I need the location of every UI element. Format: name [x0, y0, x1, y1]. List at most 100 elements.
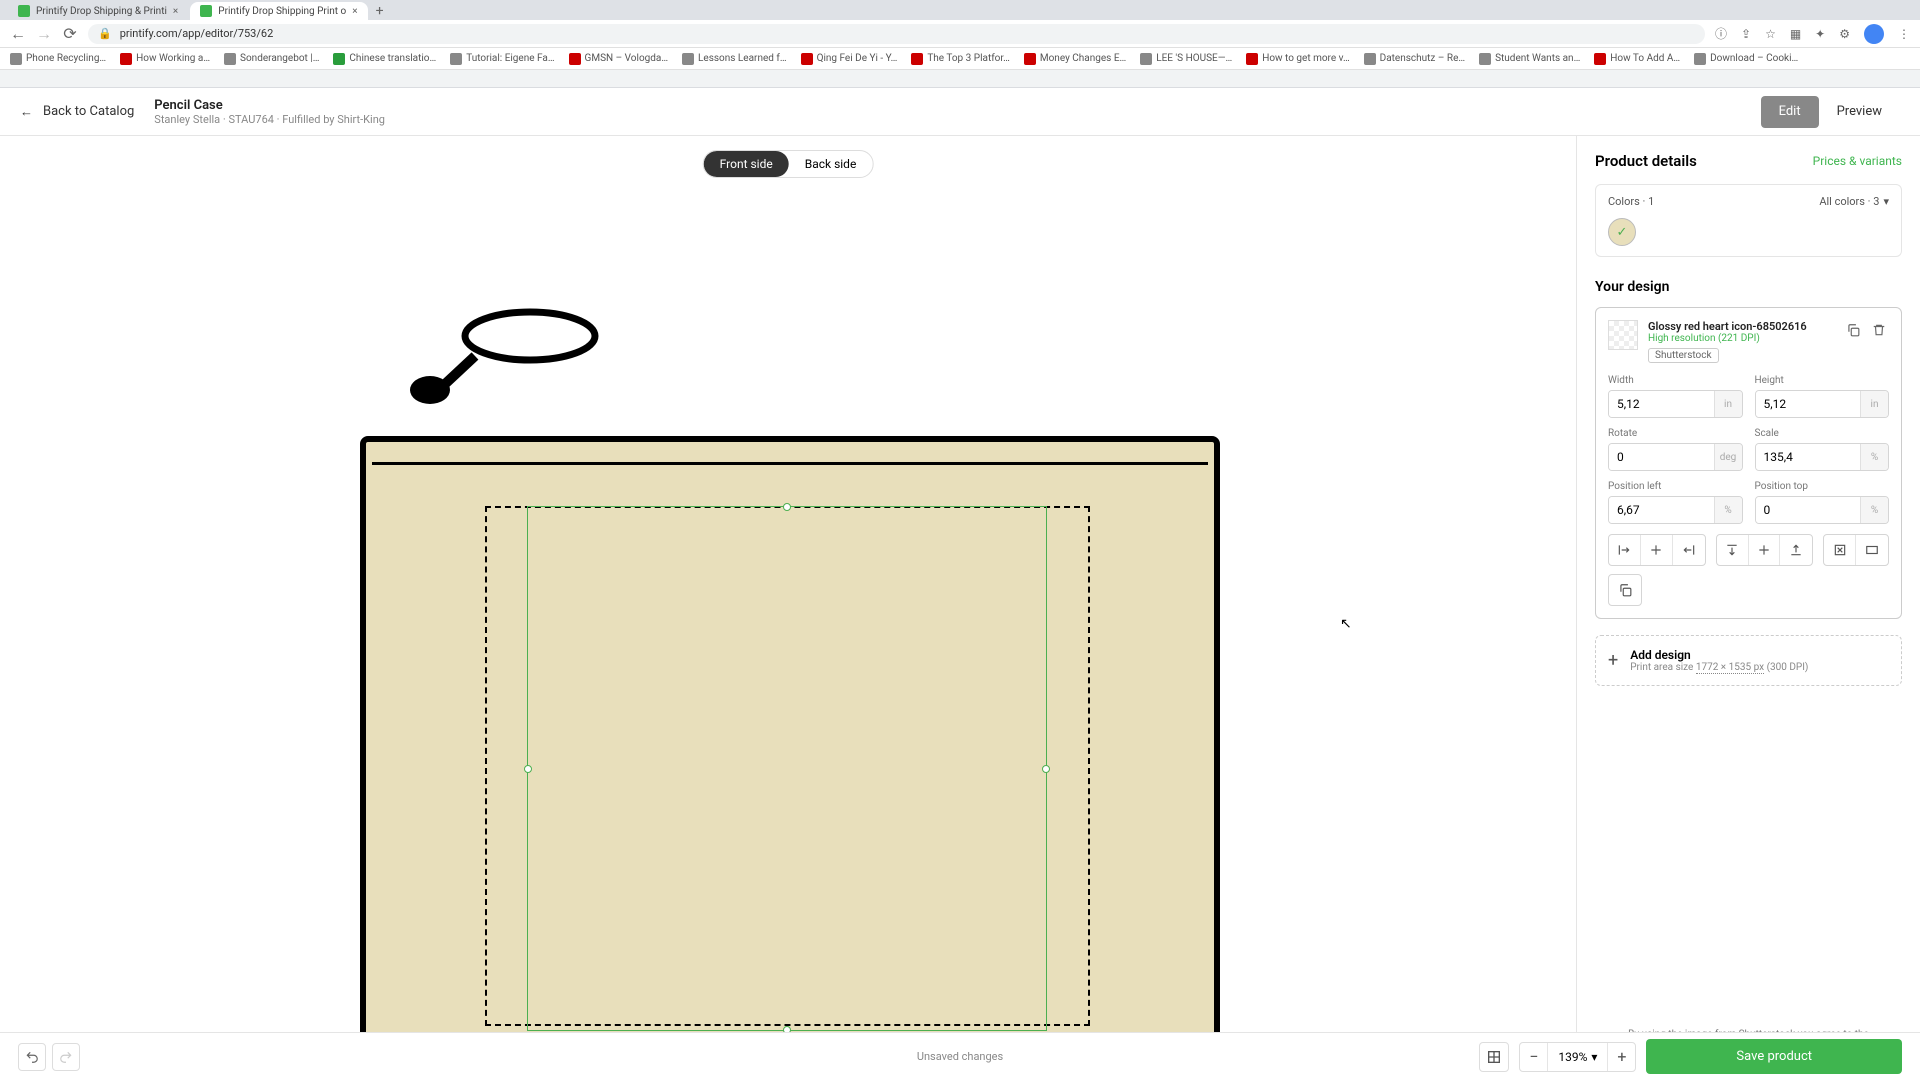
star-icon[interactable]: ☆ [1765, 27, 1776, 41]
bookmark-icon [1140, 53, 1152, 65]
zoom-in-button[interactable]: + [1607, 1043, 1635, 1071]
delete-layer-button[interactable] [1869, 320, 1889, 340]
unsaved-changes-label: Unsaved changes [917, 1050, 1003, 1063]
height-input[interactable] [1756, 391, 1861, 417]
bookmark-item[interactable]: Download – Cooki… [1694, 53, 1798, 65]
plus-icon: + [1608, 650, 1618, 671]
add-design-button[interactable]: + Add design Print area size 1772 × 1535… [1595, 635, 1902, 686]
browser-tab-active[interactable]: Printify Drop Shipping Print o × [190, 2, 367, 20]
preview-button[interactable]: Preview [1819, 96, 1900, 128]
edit-button[interactable]: Edit [1761, 96, 1819, 128]
fill-button[interactable] [1856, 535, 1888, 565]
app-header: ← Back to Catalog Pencil Case Stanley St… [0, 88, 1920, 136]
bookmark-item[interactable]: Lessons Learned f… [682, 53, 787, 65]
scale-input[interactable] [1756, 444, 1861, 470]
bookmark-item[interactable]: Sonderangebot |… [224, 53, 319, 65]
undo-button[interactable] [18, 1043, 46, 1071]
align-right-button[interactable] [1673, 535, 1705, 565]
bookmark-item[interactable]: Tutorial: Eigene Fa… [450, 53, 554, 65]
bookmark-item[interactable]: GMSN – Vologda… [569, 53, 669, 65]
product-subtitle: Stanley Stella · STAU764 · Fulfilled by … [154, 113, 385, 126]
unit-in: in [1714, 391, 1742, 417]
colors-panel: Colors · 1 All colors · 3 ▾ ✓ [1595, 184, 1902, 257]
all-colors-dropdown[interactable]: All colors · 3 ▾ [1819, 195, 1889, 208]
position-top-input[interactable] [1756, 497, 1861, 523]
bookmark-item[interactable]: How To Add A… [1594, 53, 1680, 65]
position-left-input[interactable] [1609, 497, 1714, 523]
back-side-tab[interactable]: Back side [789, 151, 873, 177]
rotate-label: Rotate [1608, 428, 1743, 439]
bookmark-icon [224, 53, 236, 65]
copy-to-sides-button[interactable] [1608, 574, 1642, 606]
bookmark-item[interactable]: LEE 'S HOUSE—… [1140, 53, 1232, 65]
fit-button[interactable] [1824, 535, 1856, 565]
rotate-input[interactable] [1609, 444, 1714, 470]
front-side-tab[interactable]: Front side [704, 151, 789, 177]
extensions-icon[interactable]: ✦ [1815, 27, 1825, 41]
design-thumbnail[interactable] [1608, 320, 1638, 350]
design-resolution: High resolution (221 DPI) [1648, 333, 1833, 344]
close-icon[interactable]: × [352, 6, 357, 17]
align-center-h-button[interactable] [1641, 535, 1673, 565]
bookmark-item[interactable]: Qing Fei De Yi - Y… [801, 53, 898, 65]
arrow-left-icon: ← [20, 104, 33, 120]
toolbar-right: ⓘ ⇪ ☆ ▦ ✦ ⚙ ⋮ [1715, 24, 1910, 44]
favicon-icon [18, 5, 30, 17]
side-selector: Front side Back side [703, 150, 874, 178]
reload-button[interactable]: ⟳ [62, 26, 78, 42]
bookmark-icon [1694, 53, 1706, 65]
bookmark-item[interactable]: Chinese translatio… [333, 53, 436, 65]
resize-handle-right[interactable] [1042, 765, 1050, 773]
unit-in: in [1860, 391, 1888, 417]
width-input[interactable] [1609, 391, 1714, 417]
close-icon[interactable]: × [173, 6, 178, 17]
address-bar[interactable]: 🔒 printify.com/app/editor/753/62 [88, 24, 1705, 44]
duplicate-layer-button[interactable] [1843, 320, 1863, 340]
back-to-catalog-button[interactable]: ← Back to Catalog [20, 104, 134, 120]
translate-icon[interactable]: ⓘ [1715, 25, 1727, 42]
resize-handle-left[interactable] [524, 765, 532, 773]
bookmark-item[interactable]: The Top 3 Platfor… [911, 53, 1010, 65]
browser-chrome: Printify Drop Shipping & Printi × Printi… [0, 0, 1920, 88]
align-center-v-button[interactable] [1749, 535, 1781, 565]
prices-variants-link[interactable]: Prices & variants [1813, 154, 1902, 168]
color-swatch-selected[interactable]: ✓ [1608, 218, 1636, 246]
bookmark-item[interactable]: How to get more v… [1246, 53, 1349, 65]
add-design-subtitle: Print area size 1772 × 1535 px (300 DPI) [1630, 662, 1808, 673]
redo-button[interactable] [52, 1043, 80, 1071]
bookmark-item[interactable]: How Working a… [120, 53, 210, 65]
profile-avatar[interactable] [1864, 24, 1884, 44]
zoom-out-button[interactable]: − [1520, 1043, 1548, 1071]
puzzle-icon[interactable]: ⚙ [1839, 27, 1850, 41]
cursor-icon: ↖ [1340, 616, 1352, 632]
design-selection-box[interactable] [527, 506, 1047, 1031]
bookmark-item[interactable]: Money Changes E… [1024, 53, 1126, 65]
bookmark-item[interactable]: Phone Recycling… [10, 53, 106, 65]
menu-icon[interactable]: ⋮ [1898, 27, 1910, 41]
resize-handle-top[interactable] [783, 503, 791, 511]
align-top-button[interactable] [1717, 535, 1749, 565]
fit-group [1823, 534, 1889, 566]
grid-toggle-button[interactable] [1479, 1042, 1509, 1072]
share-icon[interactable]: ⇪ [1741, 27, 1751, 41]
bookmark-item[interactable]: Datenschutz – Re… [1364, 53, 1465, 65]
fb-icon[interactable]: ▦ [1790, 27, 1801, 41]
back-button[interactable]: ← [10, 26, 26, 42]
browser-tab[interactable]: Printify Drop Shipping & Printi × [8, 2, 188, 20]
bookmark-item[interactable]: Student Wants an… [1479, 53, 1580, 65]
canvas-area[interactable]: Front side Back side [0, 136, 1576, 1080]
favicon-icon [200, 5, 212, 17]
align-bottom-button[interactable] [1780, 535, 1812, 565]
bottom-bar: Unsaved changes − 139%▾ + Save product [0, 1032, 1920, 1080]
save-product-button[interactable]: Save product [1646, 1039, 1902, 1074]
bookmark-icon [569, 53, 581, 65]
chevron-down-icon: ▾ [1591, 1050, 1597, 1064]
zoom-value-dropdown[interactable]: 139%▾ [1548, 1050, 1607, 1064]
forward-button[interactable]: → [36, 26, 52, 42]
product-title-block: Pencil Case Stanley Stella · STAU764 · F… [154, 98, 385, 126]
position-top-label: Position top [1755, 481, 1890, 492]
new-tab-button[interactable]: + [370, 2, 390, 20]
app-root: ← Back to Catalog Pencil Case Stanley St… [0, 88, 1920, 1080]
unit-deg: deg [1714, 444, 1742, 470]
align-left-button[interactable] [1609, 535, 1641, 565]
